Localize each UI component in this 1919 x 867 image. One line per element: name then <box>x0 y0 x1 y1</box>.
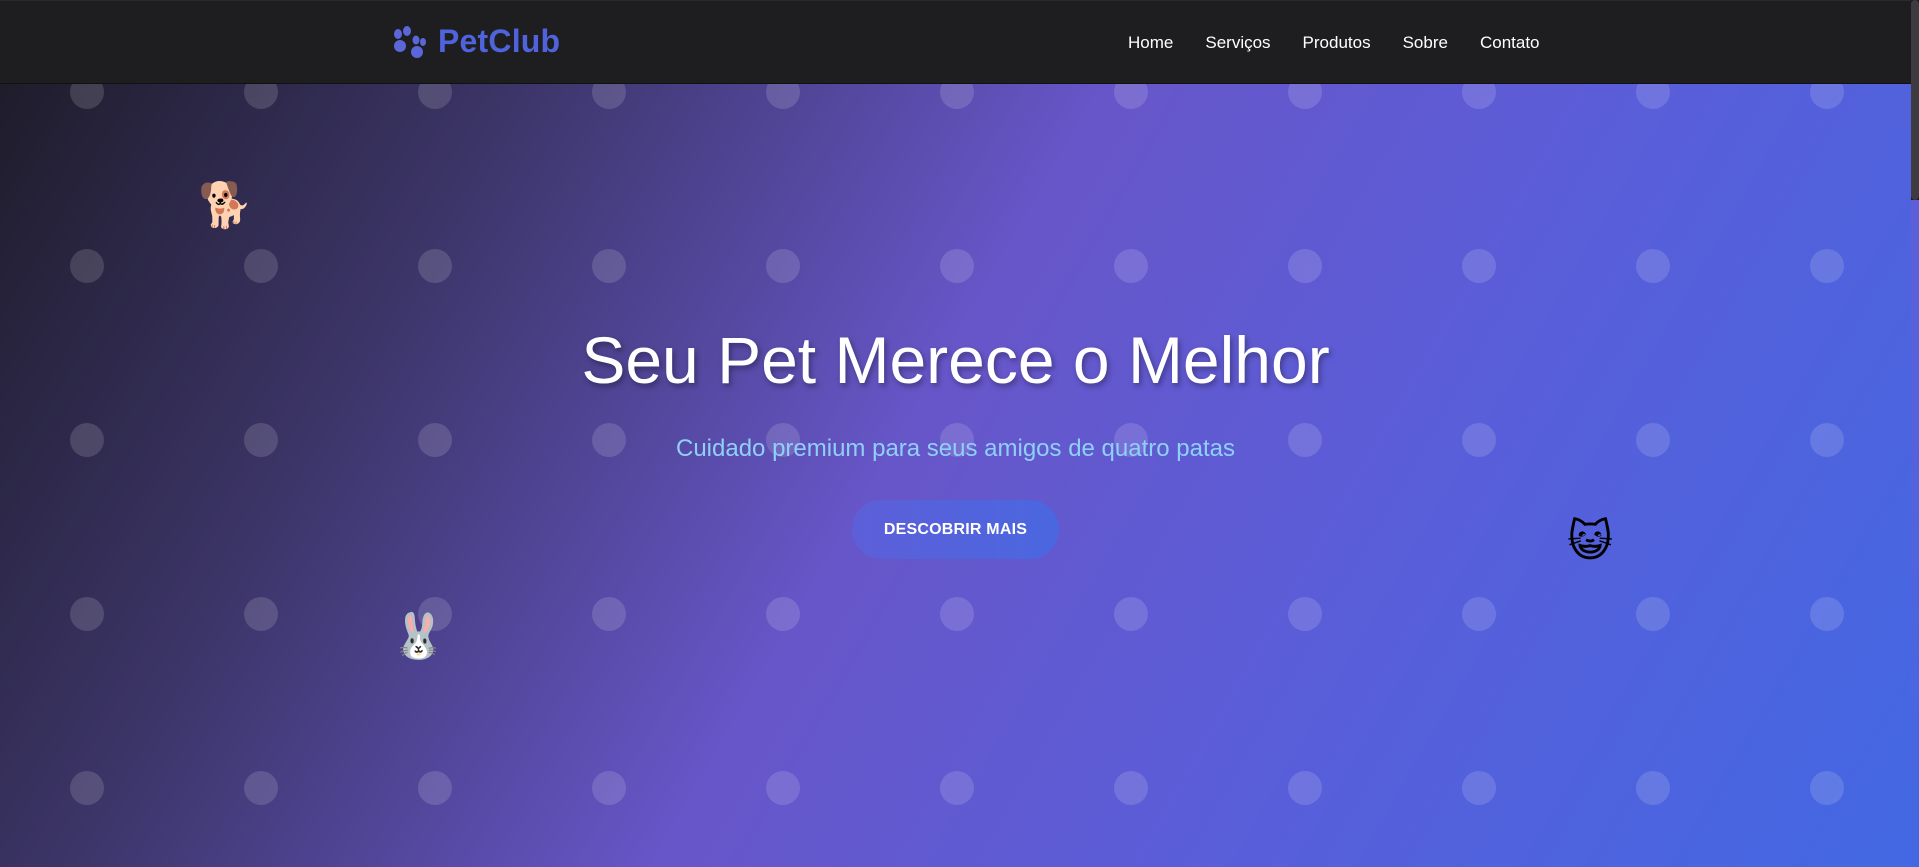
paw-icon <box>394 25 426 58</box>
brand-name: PetClub <box>438 23 561 59</box>
background-dot <box>592 249 626 283</box>
background-dot <box>1462 84 1496 109</box>
background-dot <box>244 597 278 631</box>
hero-subtitle: Cuidado premium para seus amigos de quat… <box>676 435 1235 462</box>
rabbit-icon: 🐰 <box>391 611 446 662</box>
background-dot <box>940 249 974 283</box>
background-dot <box>1288 84 1322 109</box>
background-dot <box>592 771 626 805</box>
background-dot <box>1462 249 1496 283</box>
background-dot <box>1114 771 1148 805</box>
background-dot <box>766 597 800 631</box>
background-dot <box>766 771 800 805</box>
background-dot <box>940 84 974 109</box>
background-dot <box>1114 84 1148 109</box>
nav-item-contato[interactable]: Contato <box>1480 33 1540 53</box>
background-dot <box>1636 597 1670 631</box>
background-dot <box>592 84 626 109</box>
background-dot <box>418 84 452 109</box>
cat-icon: 😺 <box>1567 516 1613 567</box>
discover-more-button[interactable]: DESCOBRIR MAIS <box>852 500 1059 559</box>
background-dot <box>244 771 278 805</box>
background-dot <box>70 84 104 109</box>
dot-pattern-background <box>0 84 1911 867</box>
nav-item-home[interactable]: Home <box>1128 33 1173 53</box>
hero-title: Seu Pet Merece o Melhor <box>581 323 1330 397</box>
background-dot <box>1810 249 1844 283</box>
background-dot <box>70 597 104 631</box>
background-dot <box>70 249 104 283</box>
background-dot <box>940 771 974 805</box>
scrollbar-track <box>1911 200 1919 867</box>
main-nav: Home Serviços Produtos Sobre Contato <box>1128 33 1540 53</box>
background-dot <box>766 249 800 283</box>
background-dot <box>1810 597 1844 631</box>
background-dot <box>1462 771 1496 805</box>
background-dot <box>244 249 278 283</box>
background-dot <box>1114 597 1148 631</box>
background-dot <box>1636 84 1670 109</box>
scrollbar-thumb[interactable] <box>1911 0 1919 200</box>
page-scrollbar[interactable] <box>1911 0 1919 867</box>
nav-item-produtos[interactable]: Produtos <box>1303 33 1371 53</box>
background-dot <box>1636 249 1670 283</box>
top-navbar: PetClub Home Serviços Produtos Sobre Con… <box>0 0 1911 84</box>
background-dot <box>1462 597 1496 631</box>
background-dot <box>418 249 452 283</box>
background-dot <box>418 771 452 805</box>
background-dot <box>1288 597 1322 631</box>
background-dot <box>592 597 626 631</box>
nav-item-servicos[interactable]: Serviços <box>1205 33 1270 53</box>
background-dot <box>244 84 278 109</box>
background-dot <box>1114 249 1148 283</box>
background-dot <box>1636 771 1670 805</box>
background-dot <box>70 771 104 805</box>
background-dot <box>1810 771 1844 805</box>
brand-logo-link[interactable]: PetClub <box>390 23 560 60</box>
background-dot <box>1810 84 1844 109</box>
hero-section: 🐕 😺 🐰 Seu Pet Merece o Melhor Cuidado pr… <box>0 84 1911 867</box>
background-dot <box>1288 771 1322 805</box>
background-dot <box>940 597 974 631</box>
nav-item-sobre[interactable]: Sobre <box>1403 33 1448 53</box>
dog-icon: 🐕 <box>198 180 253 231</box>
background-dot <box>766 84 800 109</box>
background-dot <box>1288 249 1322 283</box>
